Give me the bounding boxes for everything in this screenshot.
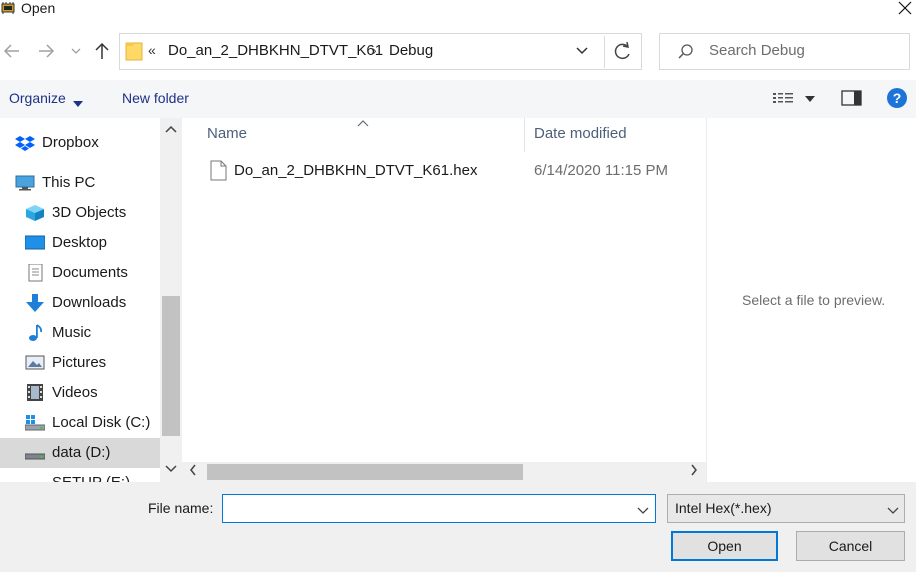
forward-arrow-icon bbox=[39, 44, 55, 58]
help-icon: ? bbox=[887, 88, 907, 108]
refresh-icon bbox=[614, 41, 630, 60]
desktop-icon bbox=[24, 234, 46, 252]
svg-text:?: ? bbox=[893, 90, 902, 106]
computer-icon bbox=[15, 174, 35, 192]
nav-item-data-d[interactable]: data (D:) bbox=[0, 438, 160, 468]
music-note-icon bbox=[25, 324, 45, 342]
scroll-left-icon[interactable] bbox=[188, 463, 198, 480]
nav-item-label: Videos bbox=[52, 384, 98, 401]
up-button[interactable] bbox=[92, 40, 112, 62]
nav-item-label: Local Disk (C:) bbox=[52, 414, 151, 431]
nav-item-label: Downloads bbox=[52, 294, 127, 311]
nav-item-label: 3D Objects bbox=[52, 204, 127, 221]
nav-item-label: This PC bbox=[42, 174, 96, 191]
open-button[interactable]: Open bbox=[671, 531, 778, 561]
details-view-icon bbox=[773, 93, 793, 103]
search-placeholder: Search Debug bbox=[709, 42, 805, 59]
document-icon bbox=[26, 263, 46, 282]
nav-item-music[interactable]: Music bbox=[0, 318, 160, 348]
recent-locations-button[interactable] bbox=[70, 40, 82, 62]
organize-button[interactable]: Organize bbox=[9, 90, 66, 106]
change-view-button[interactable] bbox=[772, 90, 820, 108]
close-icon bbox=[898, 1, 912, 15]
drive-icon bbox=[25, 474, 45, 482]
nav-item-label: Dropbox bbox=[42, 134, 99, 151]
scroll-right-icon[interactable] bbox=[689, 463, 699, 480]
preview-message: Select a file to preview. bbox=[742, 292, 886, 308]
back-button[interactable] bbox=[2, 40, 22, 62]
forward-button[interactable] bbox=[36, 40, 56, 62]
column-divider[interactable] bbox=[524, 118, 525, 152]
search-icon bbox=[677, 43, 694, 60]
nav-item-pictures[interactable]: Pictures bbox=[0, 348, 160, 378]
new-folder-button[interactable]: New folder bbox=[122, 90, 189, 106]
nav-item-documents[interactable]: Documents bbox=[0, 258, 160, 288]
back-arrow-icon bbox=[3, 44, 19, 58]
horizontal-scroll-thumb[interactable] bbox=[207, 464, 523, 480]
chevron-down-icon bbox=[637, 507, 649, 514]
nav-item-label: Documents bbox=[52, 264, 128, 281]
close-button[interactable] bbox=[893, 0, 916, 18]
window-title: Open bbox=[21, 0, 56, 16]
scroll-up-icon[interactable] bbox=[164, 124, 178, 134]
nav-pane-scroll-thumb[interactable] bbox=[162, 296, 180, 436]
nav-item-desktop[interactable]: Desktop bbox=[0, 228, 160, 258]
nav-item-downloads[interactable]: Downloads bbox=[0, 288, 160, 318]
up-arrow-icon bbox=[95, 42, 109, 59]
cancel-button[interactable]: Cancel bbox=[796, 531, 905, 561]
navigation-pane: Dropbox This PC 3D Objects Desktop Docum… bbox=[0, 118, 160, 482]
column-header-date-modified[interactable]: Date modified bbox=[534, 125, 627, 142]
picture-icon bbox=[25, 354, 45, 372]
sort-ascending-icon bbox=[357, 116, 369, 130]
address-dropdown-button[interactable] bbox=[574, 44, 590, 58]
file-name-cell[interactable]: Do_an_2_DHBKHN_DTVT_K61.hex bbox=[234, 162, 477, 179]
drive-icon bbox=[24, 444, 46, 462]
nav-item-dropbox[interactable]: Dropbox bbox=[0, 128, 160, 158]
chevron-down-icon bbox=[576, 47, 588, 55]
nav-item-label: Desktop bbox=[52, 234, 108, 251]
file-type-dropdown-button[interactable] bbox=[886, 503, 900, 519]
app-icon bbox=[0, 1, 16, 15]
file-name-dropdown-button[interactable] bbox=[636, 503, 650, 519]
column-header-name[interactable]: Name bbox=[207, 125, 247, 142]
nav-item-local-disk-c[interactable]: Local Disk (C:) bbox=[0, 408, 160, 438]
title-bar bbox=[0, 0, 916, 20]
dropbox-icon bbox=[15, 134, 35, 152]
windows-drive-icon bbox=[24, 414, 46, 432]
preview-pane-icon bbox=[841, 90, 862, 106]
file-date-cell: 6/14/2020 11:15 PM bbox=[534, 162, 668, 179]
nav-item-label: data (D:) bbox=[52, 444, 111, 461]
film-icon bbox=[26, 384, 46, 402]
nav-item-3d-objects[interactable]: 3D Objects bbox=[0, 198, 160, 228]
help-button[interactable]: ? bbox=[886, 87, 908, 109]
breadcrumb-item[interactable]: Do_an_2_DHBKHN_DTVT_K61 bbox=[168, 42, 383, 59]
chevron-down-icon bbox=[887, 507, 899, 514]
nav-item-label: SETUP (E:) bbox=[52, 474, 130, 482]
breadcrumb-separator[interactable]: › bbox=[372, 42, 377, 58]
caret-down-icon bbox=[805, 96, 815, 102]
nav-item-videos[interactable]: Videos bbox=[0, 378, 160, 408]
download-arrow-icon bbox=[25, 294, 45, 312]
nav-item-this-pc[interactable]: This PC bbox=[0, 168, 160, 198]
breadcrumb-item[interactable]: Debug bbox=[389, 42, 433, 59]
file-type-value: Intel Hex(*.hex) bbox=[675, 500, 772, 516]
scroll-down-icon[interactable] bbox=[164, 464, 178, 474]
caret-down-icon bbox=[73, 95, 83, 111]
cube-icon bbox=[25, 204, 45, 222]
nav-item-label: Pictures bbox=[52, 354, 107, 371]
refresh-button[interactable] bbox=[604, 36, 640, 68]
chevron-down-icon bbox=[71, 48, 81, 54]
file-name-label: File name: bbox=[148, 500, 214, 516]
preview-pane-button[interactable] bbox=[841, 89, 863, 107]
file-icon bbox=[210, 160, 227, 181]
folder-icon bbox=[125, 40, 143, 62]
nav-item-setup-e[interactable]: SETUP (E:) bbox=[0, 468, 160, 482]
nav-item-label: Music bbox=[52, 324, 92, 341]
breadcrumb-overflow[interactable]: « bbox=[148, 42, 156, 58]
file-name-input[interactable] bbox=[222, 494, 656, 523]
